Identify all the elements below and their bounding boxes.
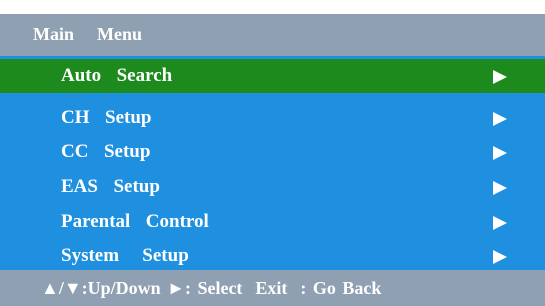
menu-item-parental-control[interactable]: Parental Control: [0, 205, 545, 239]
footer-hint-bar: ▲/▼:Up/Down ►: Select Exit : Go Back: [0, 270, 545, 306]
menu-item-auto-search[interactable]: Auto Search: [0, 59, 545, 93]
menu-item-label: EAS Setup: [61, 176, 160, 197]
main-menu-panel: Main Menu Auto Search CH Setup CC Setup …: [0, 14, 545, 306]
menu-item-label: Parental Control: [61, 211, 209, 232]
footer-hint: ▲/▼:Up/Down ►: Select Exit : Go Back: [41, 278, 382, 298]
menu-item-ch-setup[interactable]: CH Setup: [0, 101, 545, 135]
menu-item-label: System Setup: [61, 245, 189, 266]
arrow-right-icon: [493, 250, 507, 264]
menu-item-system-setup[interactable]: System Setup: [0, 239, 545, 273]
menu-item-label: Auto Search: [61, 65, 173, 86]
menu-item-label: CC Setup: [61, 141, 151, 162]
menu-title: Main Menu: [33, 24, 143, 44]
menu-item-eas-setup[interactable]: EAS Setup: [0, 170, 545, 204]
title-bar: Main Menu: [0, 14, 545, 56]
menu-item-label: CH Setup: [61, 107, 152, 128]
arrow-right-icon: [493, 146, 507, 160]
menu-item-cc-setup[interactable]: CC Setup: [0, 135, 545, 169]
arrow-right-icon: [493, 181, 507, 195]
arrow-right-icon: [493, 216, 507, 230]
arrow-right-icon: [493, 70, 507, 84]
arrow-right-icon: [493, 112, 507, 126]
